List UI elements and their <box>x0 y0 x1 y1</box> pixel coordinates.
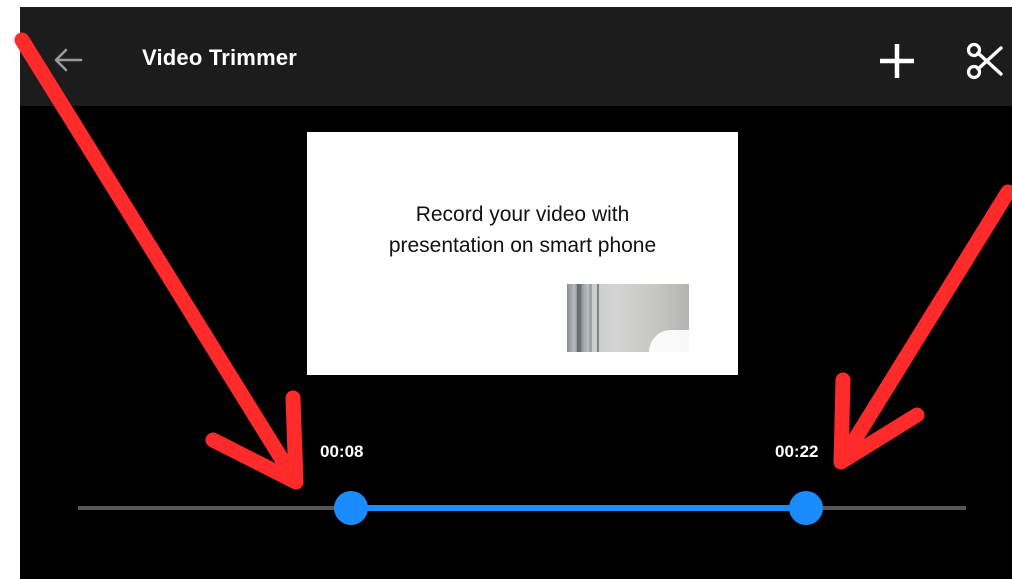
video-trimmer-screen: Video Trimmer Record your video with pre… <box>20 7 1012 579</box>
app-bar: Video Trimmer <box>20 7 1012 106</box>
selected-range <box>351 505 806 511</box>
add-button[interactable] <box>877 41 917 81</box>
slide-line-2: presentation on smart phone <box>388 234 657 257</box>
trim-end-handle[interactable] <box>789 491 823 525</box>
back-button[interactable] <box>48 40 88 80</box>
page-title: Video Trimmer <box>142 45 298 70</box>
trim-start-handle[interactable] <box>334 491 368 525</box>
arrow-left-icon <box>54 48 83 72</box>
slide-line-1: Record your video with <box>415 203 630 226</box>
start-time-label: 00:08 <box>320 442 364 461</box>
video-preview[interactable]: Record your video with presentation on s… <box>307 132 738 375</box>
end-time-label: 00:22 <box>775 442 819 461</box>
slide-text: Record your video with presentation on s… <box>307 199 738 261</box>
webcam-thumbnail <box>567 284 689 352</box>
plus-icon <box>880 44 914 78</box>
cut-button[interactable] <box>963 39 1007 83</box>
scissors-icon <box>966 42 1003 80</box>
